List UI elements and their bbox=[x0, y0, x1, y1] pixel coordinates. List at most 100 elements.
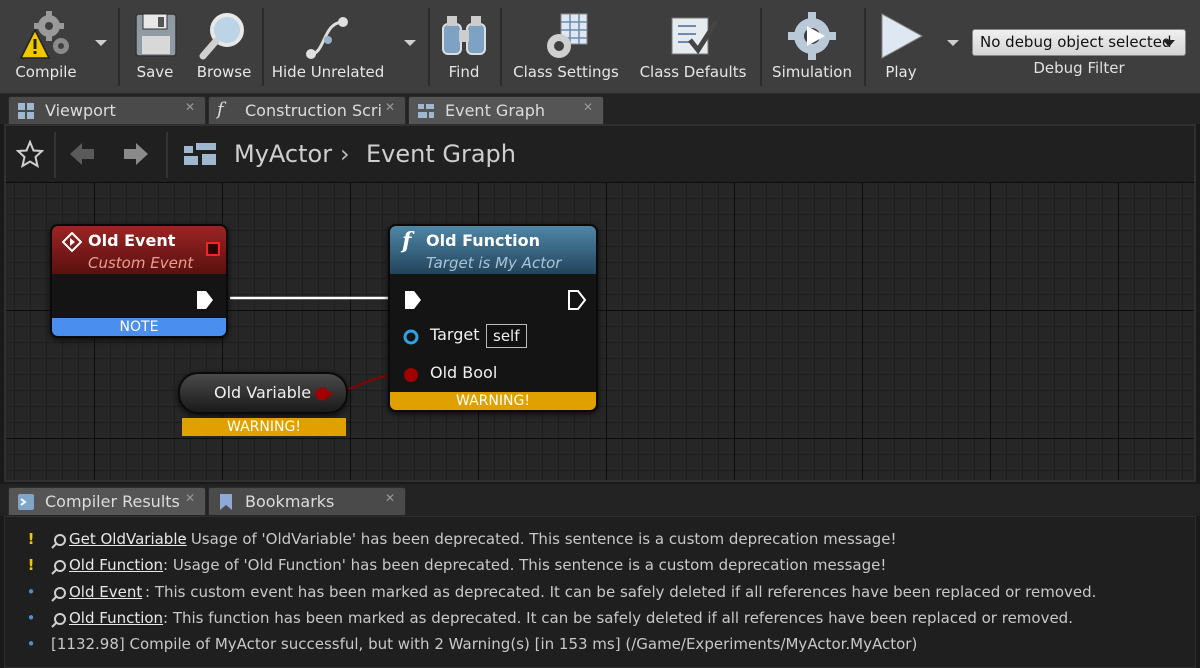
message-text: : Usage of 'OldVariable' has been deprec… bbox=[181, 530, 897, 548]
close-icon[interactable]: ✕ bbox=[583, 100, 593, 114]
bool-input-pin-icon[interactable] bbox=[402, 366, 420, 384]
bookmark-star-icon[interactable] bbox=[16, 140, 44, 168]
class-settings-button[interactable]: Class Settings bbox=[508, 6, 624, 88]
breadcrumb-graph: Event Graph bbox=[366, 140, 516, 168]
close-icon[interactable]: ✕ bbox=[385, 491, 395, 505]
old-function-subtitle: Target is My Actor bbox=[426, 254, 562, 272]
debug-object-select[interactable]: No debug object selected bbox=[972, 29, 1186, 56]
old-event-node[interactable]: Old Event Custom Event NOTE bbox=[50, 224, 228, 338]
play-options-dropdown[interactable] bbox=[947, 40, 959, 46]
message-node-link[interactable]: Old Function bbox=[69, 609, 163, 627]
hide-unrelated-dropdown[interactable] bbox=[404, 40, 416, 46]
tab-viewport[interactable]: Viewport ✕ bbox=[8, 96, 206, 124]
exec-output-pin-icon[interactable] bbox=[196, 290, 214, 310]
toolbar-divider bbox=[760, 8, 762, 86]
info-bullet-icon: • bbox=[26, 635, 36, 653]
search-icon bbox=[51, 534, 66, 549]
toolbar-divider bbox=[262, 8, 264, 86]
play-button[interactable]: Play bbox=[870, 6, 932, 88]
graph-navigation-bar: MyActor › Event Graph bbox=[6, 126, 1194, 182]
message-text: [1132.98] Compile of MyActor successful,… bbox=[51, 635, 918, 653]
old-variable-title: Old Variable bbox=[214, 383, 312, 402]
simulation-button[interactable]: Simulation bbox=[768, 6, 856, 88]
message-text: : This custom event has been marked as d… bbox=[145, 583, 1097, 601]
tab-event-graph-label: Event Graph bbox=[445, 101, 545, 120]
message-node-link[interactable]: Get OldVariable bbox=[69, 530, 187, 548]
old-event-subtitle: Custom Event bbox=[88, 254, 194, 272]
custom-event-diamond-icon bbox=[62, 232, 82, 252]
exec-input-pin-icon[interactable] bbox=[404, 290, 422, 310]
tab-bookmarks-label: Bookmarks bbox=[245, 492, 335, 511]
nav-divider bbox=[166, 132, 168, 178]
tab-bookmarks[interactable]: Bookmarks ✕ bbox=[208, 487, 406, 515]
old-event-title: Old Event bbox=[88, 231, 176, 250]
find-label: Find bbox=[448, 63, 480, 81]
info-bullet-icon: • bbox=[26, 583, 36, 601]
close-icon[interactable]: ✕ bbox=[385, 100, 395, 114]
breadcrumb-separator: › bbox=[340, 140, 350, 168]
target-self-value[interactable]: self bbox=[486, 324, 527, 348]
compile-label: Compile bbox=[15, 63, 77, 81]
message-node-link[interactable]: Old Event bbox=[69, 583, 142, 601]
old-event-header: Old Event Custom Event bbox=[52, 226, 226, 274]
old-variable-body: Old Variable bbox=[178, 372, 348, 414]
bool-output-pin-icon[interactable] bbox=[314, 386, 334, 402]
message-node-link[interactable]: Old Function bbox=[69, 556, 163, 574]
old-variable-node[interactable]: Old Variable WARNING! bbox=[176, 372, 352, 436]
toolbar-divider bbox=[864, 8, 866, 86]
old-function-node[interactable]: f Old Function Target is My Actor Target… bbox=[388, 224, 598, 412]
warning-badge: WARNING! bbox=[182, 418, 346, 436]
debug-filter-label: Debug Filter bbox=[1033, 59, 1125, 77]
warning-icon: ! bbox=[27, 556, 35, 574]
message-text: : Usage of 'Old Function' has been depre… bbox=[163, 556, 887, 574]
graph-icon bbox=[418, 104, 434, 118]
compile-button[interactable]: Compile bbox=[6, 6, 86, 88]
save-button[interactable]: Save bbox=[126, 6, 184, 88]
tab-construction-script[interactable]: f Construction Script ✕ bbox=[208, 96, 406, 124]
play-label: Play bbox=[885, 63, 917, 81]
tab-construction-script-label: Construction Script bbox=[245, 101, 381, 120]
search-icon bbox=[51, 560, 66, 575]
document-tab-bar: Viewport ✕ f Construction Script ✕ Event… bbox=[0, 94, 1200, 124]
find-button[interactable]: Find bbox=[436, 6, 492, 88]
hide-unrelated-label: Hide Unrelated bbox=[271, 63, 385, 81]
browse-button[interactable]: Browse bbox=[192, 6, 256, 88]
main-toolbar: Compile Save Browse Hide Unrelated Find … bbox=[0, 0, 1200, 94]
binoculars-icon bbox=[442, 16, 486, 55]
viewport-icon bbox=[18, 103, 34, 119]
save-disk-icon bbox=[135, 13, 177, 57]
back-arrow-icon[interactable] bbox=[68, 140, 96, 168]
hide-unrelated-nodes-icon bbox=[306, 17, 348, 59]
search-icon bbox=[51, 587, 66, 602]
function-icon: f bbox=[402, 228, 412, 254]
message-text: : This function has been marked as depre… bbox=[163, 609, 1073, 627]
toolbar-divider bbox=[118, 8, 120, 86]
old-function-header: f Old Function Target is My Actor bbox=[390, 226, 596, 274]
target-pin-label: Target bbox=[430, 325, 480, 344]
hide-unrelated-button[interactable]: Hide Unrelated bbox=[270, 6, 386, 88]
nav-divider bbox=[54, 132, 56, 178]
tab-viewport-label: Viewport bbox=[45, 101, 116, 120]
exec-output-pin-icon[interactable] bbox=[568, 290, 586, 310]
target-object-pin-icon[interactable] bbox=[402, 328, 420, 346]
tab-event-graph[interactable]: Event Graph ✕ bbox=[408, 96, 604, 124]
breadcrumb-actor[interactable]: MyActor bbox=[234, 140, 332, 168]
class-settings-label: Class Settings bbox=[513, 63, 619, 81]
function-icon: f bbox=[217, 99, 224, 120]
close-icon[interactable]: ✕ bbox=[185, 491, 195, 505]
forward-arrow-icon[interactable] bbox=[122, 140, 150, 168]
save-label: Save bbox=[136, 63, 174, 81]
delegate-pin-icon[interactable] bbox=[206, 242, 220, 256]
toolbar-divider bbox=[428, 8, 430, 86]
graph-canvas[interactable]: Old Event Custom Event NOTE f Old Functi… bbox=[6, 182, 1194, 480]
class-defaults-button[interactable]: Class Defaults bbox=[636, 6, 750, 88]
play-icon bbox=[881, 13, 924, 59]
tab-compiler-results[interactable]: Compiler Results ✕ bbox=[8, 487, 206, 515]
compiler-results-icon bbox=[18, 494, 34, 510]
compile-options-dropdown[interactable] bbox=[95, 40, 107, 46]
simulation-gear-play-icon bbox=[788, 12, 836, 60]
graph-icon bbox=[184, 143, 216, 165]
warning-badge: WARNING! bbox=[390, 392, 596, 410]
old-function-title: Old Function bbox=[426, 231, 541, 250]
close-icon[interactable]: ✕ bbox=[185, 100, 195, 114]
